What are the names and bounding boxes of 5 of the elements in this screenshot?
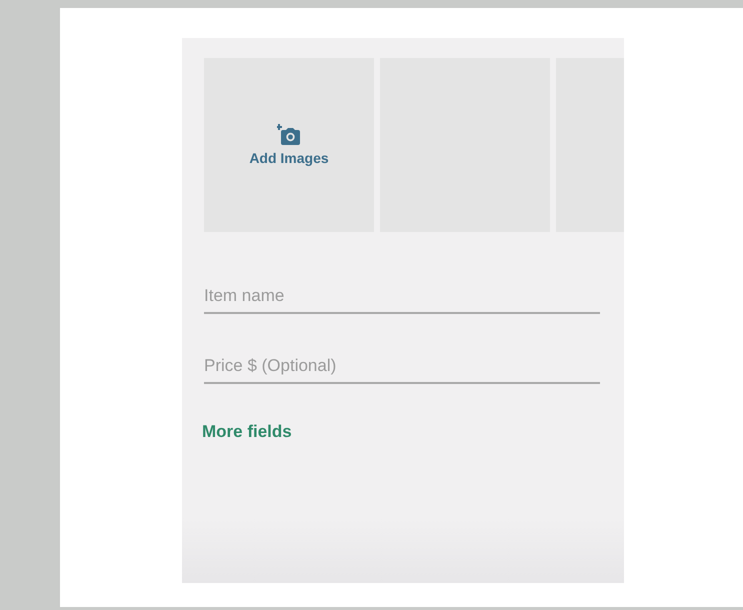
add-camera-icon xyxy=(277,124,301,146)
add-images-button[interactable]: Add Images xyxy=(204,58,374,232)
text-field[interactable]: Price $ (Optional) xyxy=(204,352,600,384)
more-fields-link[interactable]: More fields xyxy=(202,422,292,442)
text-field[interactable]: Item name xyxy=(204,282,600,314)
